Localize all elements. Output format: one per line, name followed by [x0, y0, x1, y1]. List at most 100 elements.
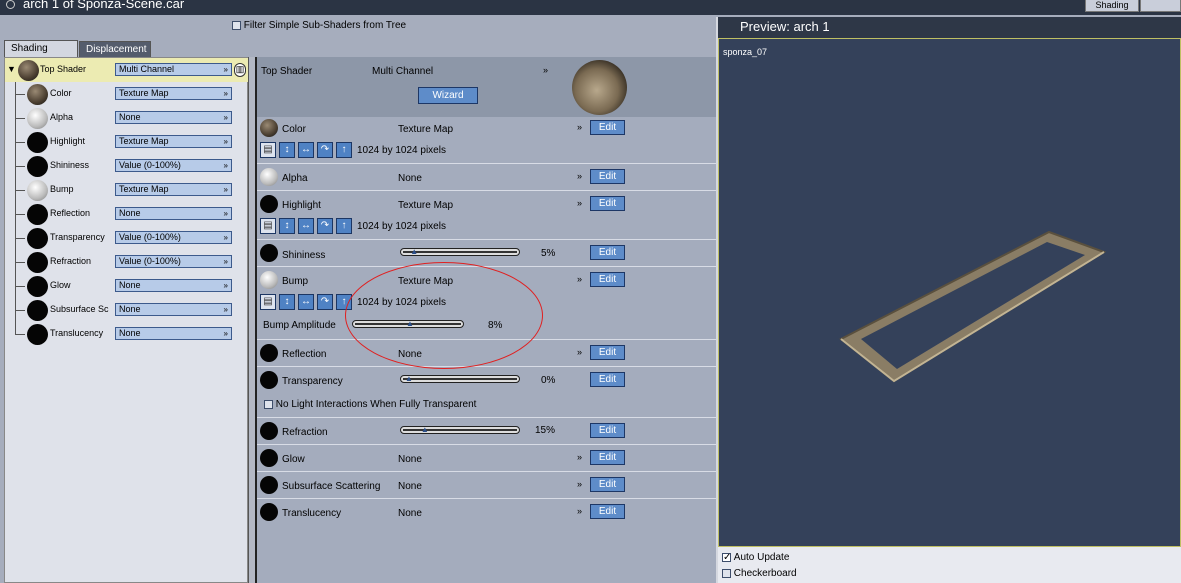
- color-dropdown[interactable]: Texture Map »: [115, 87, 232, 100]
- chevron-down-icon[interactable]: »: [577, 479, 582, 489]
- row-value[interactable]: Texture Map: [398, 200, 453, 211]
- dropdown-value: Value (0-100%): [119, 232, 181, 242]
- open-folder-icon[interactable]: ▤: [260, 142, 276, 158]
- filter-checkbox[interactable]: [232, 21, 241, 30]
- shininess-dropdown[interactable]: Value (0-100%) »: [115, 159, 232, 172]
- row-value[interactable]: None: [398, 173, 422, 184]
- glow-ball-icon: [260, 449, 278, 467]
- flip-horizontal-icon[interactable]: ↔: [298, 142, 314, 158]
- wizard-button[interactable]: Wizard: [418, 87, 478, 104]
- texture-size: 1024 by 1024 pixels: [357, 145, 446, 156]
- top-shading-tab[interactable]: Shading: [1085, 0, 1139, 12]
- checkerboard-option[interactable]: Checkerboard: [722, 568, 797, 579]
- property-row-translucency: Translucency None » Edit: [257, 499, 716, 526]
- expand-triangle-icon[interactable]: ▼: [7, 64, 16, 74]
- edit-refraction-button[interactable]: Edit: [590, 423, 625, 438]
- preview-viewport[interactable]: [718, 38, 1181, 547]
- translucency-dropdown[interactable]: None »: [115, 327, 232, 340]
- up-arrow-icon[interactable]: ↑: [336, 142, 352, 158]
- tree-item-shininess[interactable]: Shininess Value (0-100%) »: [5, 154, 249, 178]
- tree-item-glow[interactable]: Glow None »: [5, 274, 249, 298]
- row-value[interactable]: None: [398, 481, 422, 492]
- transparency-dropdown[interactable]: Value (0-100%) »: [115, 231, 232, 244]
- tree-item-bump[interactable]: Bump Texture Map »: [5, 178, 249, 202]
- tree-item-highlight[interactable]: Highlight Texture Map »: [5, 130, 249, 154]
- window-menu-icon[interactable]: [6, 0, 15, 9]
- slider-thumb[interactable]: ▲: [421, 425, 429, 434]
- trash-icon[interactable]: ▥: [234, 63, 246, 77]
- slider-thumb[interactable]: ▲: [405, 374, 413, 383]
- edit-highlight-button[interactable]: Edit: [590, 196, 625, 211]
- no-light-interactions-option[interactable]: No Light Interactions When Fully Transpa…: [264, 399, 476, 410]
- row-value[interactable]: None: [398, 508, 422, 519]
- tree-item-alpha[interactable]: Alpha None »: [5, 106, 249, 130]
- top-shader-value[interactable]: Multi Channel: [372, 66, 433, 77]
- alpha-dropdown[interactable]: None »: [115, 111, 232, 124]
- open-folder-icon[interactable]: ▤: [260, 294, 276, 310]
- edit-alpha-button[interactable]: Edit: [590, 169, 625, 184]
- row-name: Translucency: [282, 508, 342, 519]
- row-value[interactable]: None: [398, 454, 422, 465]
- glow-dropdown[interactable]: None »: [115, 279, 232, 292]
- chevron-down-icon[interactable]: »: [577, 198, 582, 208]
- edit-color-button[interactable]: Edit: [590, 120, 625, 135]
- checkerboard-checkbox[interactable]: [722, 569, 731, 578]
- chevron-down-icon[interactable]: »: [543, 65, 548, 75]
- auto-update-checkbox[interactable]: [722, 553, 731, 562]
- open-folder-icon[interactable]: ▤: [260, 218, 276, 234]
- tree-item-label: Subsurface Sc: [50, 304, 109, 314]
- tree-item-top-shader[interactable]: ▼ Top Shader Multi Channel » ▥: [5, 58, 249, 82]
- auto-update-option[interactable]: Auto Update: [722, 552, 789, 563]
- edit-subsurface-button[interactable]: Edit: [590, 477, 625, 492]
- edit-shininess-button[interactable]: Edit: [590, 245, 625, 260]
- refraction-dropdown[interactable]: Value (0-100%) »: [115, 255, 232, 268]
- tree-item-translucency[interactable]: Translucency None »: [5, 322, 249, 346]
- transparency-ball-icon: [27, 228, 48, 249]
- filter-simple-shaders-row[interactable]: Filter Simple Sub-Shaders from Tree: [232, 20, 406, 31]
- bump-dropdown[interactable]: Texture Map »: [115, 183, 232, 196]
- chevron-down-icon: »: [223, 185, 228, 194]
- flip-horizontal-icon[interactable]: ↔: [298, 218, 314, 234]
- reflection-ball-icon: [260, 344, 278, 362]
- row-value[interactable]: Texture Map: [398, 124, 453, 135]
- highlight-dropdown[interactable]: Texture Map »: [115, 135, 232, 148]
- shininess-slider[interactable]: ▲: [400, 247, 520, 256]
- color-ball-icon: [27, 84, 48, 105]
- flip-vertical-icon[interactable]: ↕: [279, 218, 295, 234]
- chevron-down-icon[interactable]: »: [577, 171, 582, 181]
- reflection-dropdown[interactable]: None »: [115, 207, 232, 220]
- rotate-icon[interactable]: ↷: [317, 218, 333, 234]
- chevron-down-icon[interactable]: »: [577, 506, 582, 516]
- edit-bump-button[interactable]: Edit: [590, 272, 625, 287]
- top-shader-dropdown[interactable]: Multi Channel »: [115, 63, 232, 76]
- tab-shading[interactable]: Shading: [4, 40, 78, 57]
- chevron-down-icon[interactable]: »: [577, 347, 582, 357]
- tree-item-transparency[interactable]: Transparency Value (0-100%) »: [5, 226, 249, 250]
- edit-glow-button[interactable]: Edit: [590, 450, 625, 465]
- flip-vertical-icon[interactable]: ↕: [279, 294, 295, 310]
- tree-item-reflection[interactable]: Reflection None »: [5, 202, 249, 226]
- tree-item-refraction[interactable]: Refraction Value (0-100%) »: [5, 250, 249, 274]
- up-arrow-icon[interactable]: ↑: [336, 218, 352, 234]
- edit-reflection-button[interactable]: Edit: [590, 345, 625, 360]
- refraction-slider[interactable]: ▲: [400, 425, 520, 434]
- slider-thumb[interactable]: ▲: [410, 247, 418, 256]
- chevron-down-icon[interactable]: »: [577, 452, 582, 462]
- rotate-icon[interactable]: ↷: [317, 294, 333, 310]
- no-light-interactions-checkbox[interactable]: [264, 400, 273, 409]
- highlight-ball-icon: [260, 195, 278, 213]
- chevron-down-icon[interactable]: »: [577, 274, 582, 284]
- subsurface-dropdown[interactable]: None »: [115, 303, 232, 316]
- flip-horizontal-icon[interactable]: ↔: [298, 294, 314, 310]
- top-right-tab[interactable]: [1140, 0, 1181, 12]
- panel-splitter[interactable]: [248, 57, 257, 583]
- tab-displacement[interactable]: Displacement: [79, 41, 151, 57]
- chevron-down-icon[interactable]: »: [577, 122, 582, 132]
- flip-vertical-icon[interactable]: ↕: [279, 142, 295, 158]
- transparency-slider[interactable]: ▲: [400, 374, 520, 383]
- tree-item-color[interactable]: Color Texture Map »: [5, 82, 249, 106]
- edit-transparency-button[interactable]: Edit: [590, 372, 625, 387]
- edit-translucency-button[interactable]: Edit: [590, 504, 625, 519]
- tree-item-subsurface[interactable]: Subsurface Sc None »: [5, 298, 249, 322]
- rotate-icon[interactable]: ↷: [317, 142, 333, 158]
